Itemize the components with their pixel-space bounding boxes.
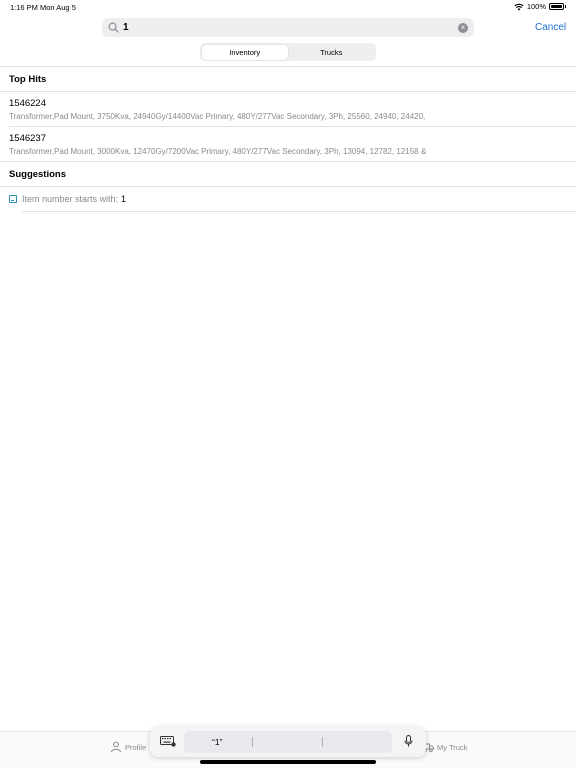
search-bar[interactable]: ×: [102, 18, 474, 37]
status-right: 100%: [514, 2, 566, 11]
search-input[interactable]: [123, 22, 458, 33]
prediction-separator: [322, 737, 323, 747]
section-header-top-hits: Top Hits: [9, 74, 47, 85]
home-indicator: [200, 760, 376, 764]
tab-my-truck-label: My Truck: [437, 742, 468, 752]
divider: [22, 211, 576, 212]
scope-segmented-control: Inventory Trucks: [200, 43, 376, 61]
result-number: 1546237: [9, 133, 46, 144]
segment-inventory[interactable]: Inventory: [201, 44, 288, 60]
battery-tip: [565, 5, 566, 8]
divider: [0, 161, 576, 162]
keyboard-toolbar: “1”: [150, 727, 426, 757]
cancel-button[interactable]: Cancel: [535, 22, 566, 33]
tab-profile-label: Profile: [125, 742, 147, 752]
segment-trucks[interactable]: Trucks: [288, 45, 375, 60]
profile-icon: [111, 741, 121, 753]
result-number: 1546224: [9, 98, 46, 109]
prediction-separator: [252, 737, 253, 747]
result-item[interactable]: 1546237 Transformer,Pad Mount, 3000Kva, …: [9, 133, 569, 156]
section-header-suggestions: Suggestions: [9, 169, 67, 180]
divider: [9, 126, 576, 127]
wifi-icon: [514, 3, 524, 10]
result-description: Transformer,Pad Mount, 3000Kva, 12470Gy/…: [9, 147, 427, 156]
divider: [0, 66, 576, 67]
result-description: Transformer,Pad Mount, 3750Kva, 24940Gy/…: [9, 112, 426, 121]
item-number-icon: [9, 195, 17, 203]
tab-profile[interactable]: Profile: [110, 741, 146, 753]
status-bar: 1:16 PM Mon Aug 5 100%: [0, 0, 576, 14]
keyboard-icon[interactable]: [160, 736, 176, 747]
divider: [0, 186, 576, 187]
tab-my-truck[interactable]: My Truck: [422, 741, 467, 753]
suggestion-value: 1: [121, 194, 127, 204]
prediction-bar: “1”: [184, 731, 392, 753]
divider: [0, 91, 576, 92]
search-icon: [108, 22, 119, 33]
clear-search-icon[interactable]: ×: [458, 22, 468, 33]
battery-percent: 100%: [526, 2, 546, 11]
prediction-suggestion[interactable]: “1”: [212, 737, 222, 747]
microphone-icon[interactable]: [404, 735, 413, 747]
suggestion-item[interactable]: Item number starts with: 1: [9, 194, 126, 204]
status-time: 1:16 PM: [10, 3, 38, 12]
status-date: Mon Aug 5: [40, 3, 76, 12]
suggestion-label: Item number starts with:: [22, 194, 119, 204]
battery-icon: [549, 3, 564, 10]
result-item[interactable]: 1546224 Transformer,Pad Mount, 3750Kva, …: [9, 98, 569, 121]
